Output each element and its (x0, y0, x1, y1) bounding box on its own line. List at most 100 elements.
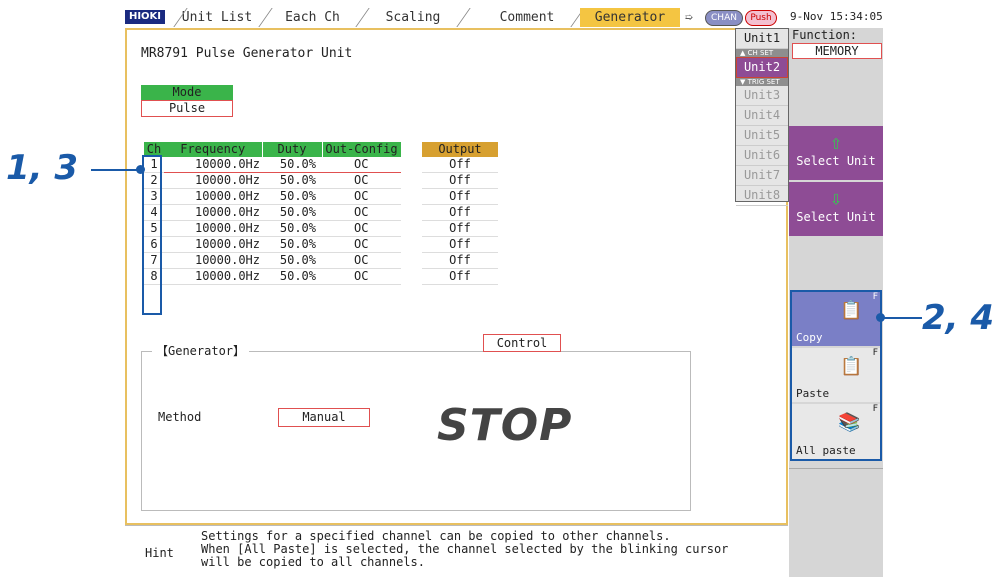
unit-item-selected[interactable]: Unit2 (736, 57, 788, 78)
all-paste-label: All paste (796, 444, 856, 457)
mode-select[interactable]: Pulse (141, 100, 233, 117)
out-config-cell[interactable]: OC (322, 268, 401, 285)
all-paste-button[interactable]: 📚 F All paste (792, 404, 880, 459)
table-row[interactable]: Off (422, 268, 498, 285)
duty-cell[interactable]: 50.0% (262, 268, 322, 285)
output-cell[interactable]: Off (422, 220, 498, 237)
all-paste-icon: 📚 (838, 412, 861, 433)
ch-set-indicator: ▲ CH SET (736, 49, 788, 57)
callout-right-dot (876, 313, 885, 322)
select-unit-down-label: Select Unit (796, 210, 876, 224)
callout-right: 2, 4 (922, 298, 995, 338)
output-cell[interactable]: Off (422, 188, 498, 205)
out-config-cell[interactable]: OC (322, 252, 401, 269)
table-row[interactable]: 8 10000.0Hz 50.0% OC (144, 268, 401, 285)
out-config-cell[interactable]: OC (322, 220, 401, 237)
table-row[interactable]: 7 10000.0Hz 50.0% OC (144, 252, 401, 269)
frequency-cell[interactable]: 10000.0Hz (164, 252, 262, 269)
unit-item[interactable]: Unit6 (736, 146, 788, 166)
output-cell[interactable]: Off (422, 204, 498, 221)
channel-rows: 1 10000.0Hz 50.0% OC 2 10000.0Hz 50.0% OC 3 10000… (144, 157, 401, 285)
output-cell[interactable]: Off (422, 172, 498, 189)
arrow-up-icon: ⇧ (829, 130, 843, 154)
out-config-cell[interactable]: OC (322, 188, 401, 205)
select-unit-down-button[interactable]: ⇩ Select Unit (789, 182, 883, 236)
out-config-cell[interactable]: OC (322, 204, 401, 221)
unit-item[interactable]: Unit4 (736, 106, 788, 126)
table-row[interactable]: Off (422, 252, 498, 269)
paste-icon: 📋 (840, 356, 863, 377)
unit-item[interactable]: Unit1 (736, 29, 788, 49)
generator-group-box (141, 351, 691, 511)
frequency-cell[interactable]: 10000.0Hz (164, 188, 262, 205)
duty-cell[interactable]: 50.0% (262, 188, 322, 205)
f-mark: F (872, 404, 878, 414)
callout-right-line (880, 317, 922, 319)
output-cell[interactable]: Off (422, 268, 498, 285)
out-config-cell[interactable]: OC (322, 172, 401, 189)
callout-left: 1, 3 (6, 148, 79, 188)
table-row[interactable]: Off (422, 157, 498, 173)
tab-comment[interactable]: Comment (487, 8, 567, 27)
tab-unit-list[interactable]: Unit List (173, 8, 261, 27)
table-header-row: Ch Frequency Duty Out-Config (144, 142, 401, 157)
copy-button[interactable]: 📋 F Copy (792, 292, 880, 346)
method-label: Method (158, 410, 202, 424)
frequency-cell[interactable]: 10000.0Hz (164, 157, 262, 173)
method-select[interactable]: Manual (278, 408, 370, 427)
table-row[interactable]: 4 10000.0Hz 50.0% OC (144, 204, 401, 221)
chan-button[interactable]: CHAN (705, 10, 743, 26)
table-row[interactable]: Off (422, 220, 498, 237)
duty-cell[interactable]: 50.0% (262, 252, 322, 269)
next-arrow-icon[interactable]: ➯ (685, 11, 693, 26)
tab-bar: HIOKI Unit List Each Ch Scaling Comment … (125, 8, 883, 28)
mode-label: Mode (141, 85, 233, 100)
unit-selector: Unit1 ▲ CH SET Unit2 ▼ TRIG SET Unit3 Un… (735, 28, 789, 206)
unit-item[interactable]: Unit8 (736, 186, 788, 206)
out-config-cell[interactable]: OC (322, 236, 401, 253)
duty-cell[interactable]: 50.0% (262, 220, 322, 237)
output-cell[interactable]: Off (422, 252, 498, 269)
duty-cell[interactable]: 50.0% (262, 157, 322, 173)
tab-divider (355, 8, 370, 27)
trig-set-indicator: ▼ TRIG SET (736, 78, 788, 86)
push-button[interactable]: Push (745, 10, 777, 26)
table-row[interactable]: Off (422, 236, 498, 253)
duty-cell[interactable]: 50.0% (262, 172, 322, 189)
frequency-cell[interactable]: 10000.0Hz (164, 236, 262, 253)
trig-set-label: TRIG SET (747, 78, 780, 86)
frequency-cell[interactable]: 10000.0Hz (164, 268, 262, 285)
paste-button[interactable]: 📋 F Paste (792, 348, 880, 402)
out-config-cell[interactable]: OC (322, 157, 401, 173)
col-header-out-config: Out-Config (321, 142, 401, 157)
unit-item[interactable]: Unit5 (736, 126, 788, 146)
table-row[interactable]: Off (422, 172, 498, 189)
frequency-cell[interactable]: 10000.0Hz (164, 172, 262, 189)
output-cell[interactable]: Off (422, 236, 498, 253)
unit-title: MR8791 Pulse Generator Unit (141, 46, 353, 61)
select-unit-up-button[interactable]: ⇧ Select Unit (789, 126, 883, 180)
duty-cell[interactable]: 50.0% (262, 236, 322, 253)
table-row[interactable]: 3 10000.0Hz 50.0% OC (144, 188, 401, 205)
output-rows: Off Off Off Off Off Off Off Off (422, 157, 498, 285)
table-row[interactable]: Off (422, 204, 498, 221)
table-row[interactable]: 6 10000.0Hz 50.0% OC (144, 236, 401, 253)
table-row[interactable]: Off (422, 188, 498, 205)
unit-item[interactable]: Unit3 (736, 86, 788, 106)
f-mark: F (872, 348, 878, 358)
frequency-cell[interactable]: 10000.0Hz (164, 220, 262, 237)
tab-generator[interactable]: Generator (580, 8, 680, 27)
output-cell[interactable]: Off (422, 157, 498, 173)
table-row[interactable]: 1 10000.0Hz 50.0% OC (144, 157, 401, 173)
duty-cell[interactable]: 50.0% (262, 204, 322, 221)
table-row[interactable]: 2 10000.0Hz 50.0% OC (144, 172, 401, 189)
unit-item[interactable]: Unit7 (736, 166, 788, 186)
tab-each-ch[interactable]: Each Ch (275, 8, 350, 27)
tab-scaling[interactable]: Scaling (373, 8, 453, 27)
function-label: Function: (792, 28, 858, 42)
control-button[interactable]: Control (483, 334, 561, 352)
function-value[interactable]: MEMORY (792, 43, 882, 59)
col-header-duty: Duty (261, 142, 322, 157)
table-row[interactable]: 5 10000.0Hz 50.0% OC (144, 220, 401, 237)
frequency-cell[interactable]: 10000.0Hz (164, 204, 262, 221)
